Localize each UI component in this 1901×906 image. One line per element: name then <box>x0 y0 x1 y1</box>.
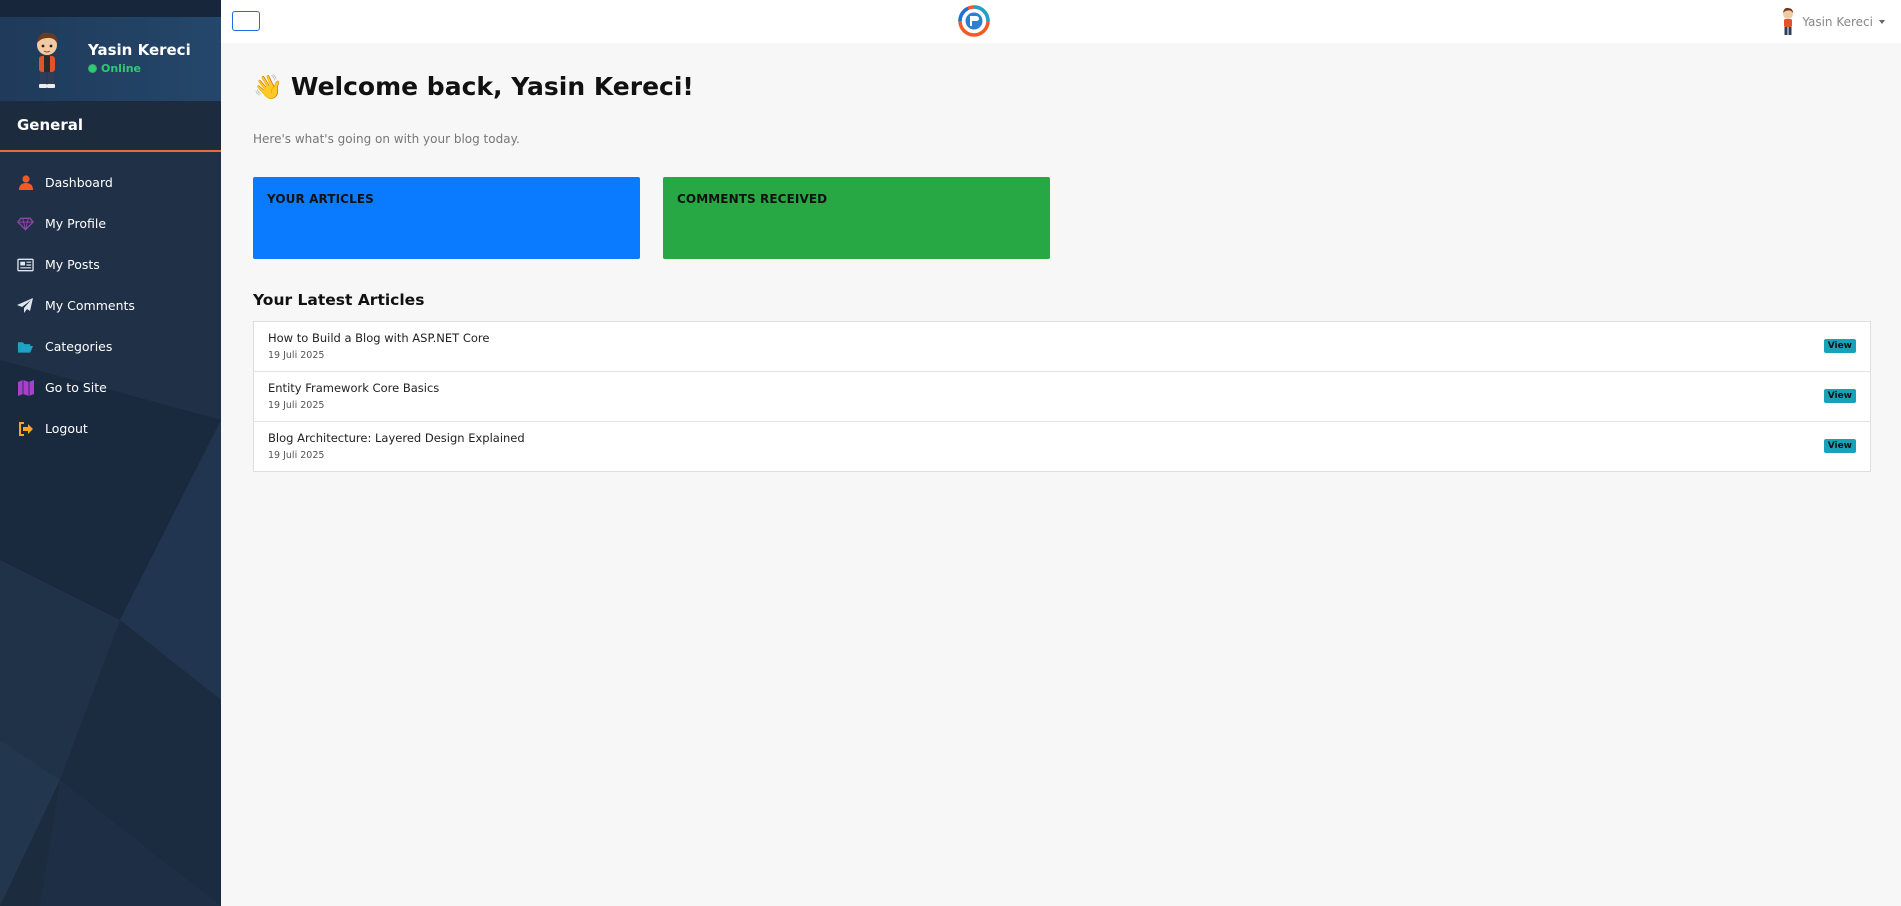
stat-card-articles: YOUR ARTICLES <box>253 177 640 259</box>
sidebar-background-pattern <box>0 150 221 906</box>
newspaper-icon <box>17 256 34 273</box>
stat-card-comments: COMMENTS RECEIVED <box>663 177 1050 259</box>
user-menu-dropdown[interactable]: Yasin Kereci <box>1780 6 1885 38</box>
avatar <box>37 32 58 88</box>
welcome-heading: Welcome back, Yasin Kereci! <box>290 72 694 101</box>
user-menu-name: Yasin Kereci <box>1802 15 1873 29</box>
sidebar-item-go-to-site[interactable]: Go to Site <box>0 367 221 408</box>
folder-open-icon <box>17 338 34 355</box>
article-list: How to Build a Blog with ASP.NET Core 19… <box>253 321 1871 472</box>
sidebar-nav: Dashboard My Profile My Posts My Comment… <box>0 162 221 449</box>
status-label: Online <box>101 62 142 75</box>
list-item: Blog Architecture: Layered Design Explai… <box>254 422 1870 471</box>
sidebar-top-strip <box>0 0 221 17</box>
sidebar-item-label: My Posts <box>45 257 100 272</box>
user-icon <box>17 174 34 191</box>
page-subtitle: Here's what's going on with your blog to… <box>253 132 520 146</box>
status-dot-icon <box>88 64 97 73</box>
map-icon <box>17 379 34 396</box>
latest-articles-heading: Your Latest Articles <box>253 291 425 309</box>
brand-logo-icon[interactable] <box>958 5 990 37</box>
sign-out-icon <box>17 420 34 437</box>
sidebar-item-label: Logout <box>45 421 88 436</box>
sidebar-profile: Yasin Kereci Online <box>0 17 221 101</box>
list-item: How to Build a Blog with ASP.NET Core 19… <box>254 322 1870 372</box>
stat-card-title: YOUR ARTICLES <box>267 192 374 206</box>
article-date: 19 Juli 2025 <box>268 350 325 361</box>
sidebar-item-my-comments[interactable]: My Comments <box>0 285 221 326</box>
sidebar-item-label: My Comments <box>45 298 135 313</box>
sidebar-item-label: Go to Site <box>45 380 107 395</box>
sidebar-item-categories[interactable]: Categories <box>0 326 221 367</box>
waving-hand-icon: 👋 <box>253 72 283 101</box>
status-badge: Online <box>88 62 141 75</box>
sidebar: Yasin Kereci Online General Dashboard My… <box>0 0 221 906</box>
sidebar-item-label: Dashboard <box>45 175 113 190</box>
sidebar-item-logout[interactable]: Logout <box>0 408 221 449</box>
main-content: 👋 Welcome back, Yasin Kereci! Here's wha… <box>221 43 1901 906</box>
article-date: 19 Juli 2025 <box>268 450 325 461</box>
view-button[interactable]: View <box>1823 389 1856 403</box>
article-title[interactable]: Blog Architecture: Layered Design Explai… <box>268 431 1856 445</box>
gem-icon <box>17 215 34 232</box>
view-button[interactable]: View <box>1823 339 1856 353</box>
section-divider <box>0 150 221 152</box>
section-title: General <box>17 116 83 134</box>
stat-card-title: COMMENTS RECEIVED <box>677 192 828 206</box>
article-title[interactable]: Entity Framework Core Basics <box>268 381 1856 395</box>
paper-plane-icon <box>17 297 34 314</box>
caret-down-icon <box>1879 20 1885 24</box>
sidebar-item-my-posts[interactable]: My Posts <box>0 244 221 285</box>
page-title: 👋 Welcome back, Yasin Kereci! <box>253 72 694 101</box>
sidebar-item-my-profile[interactable]: My Profile <box>0 203 221 244</box>
list-item: Entity Framework Core Basics 19 Juli 202… <box>254 372 1870 422</box>
sidebar-item-dashboard[interactable]: Dashboard <box>0 162 221 203</box>
profile-name: Yasin Kereci <box>88 41 191 59</box>
top-navbar: Yasin Kereci <box>221 0 1901 43</box>
sidebar-toggle-button[interactable] <box>232 11 260 31</box>
sidebar-item-label: My Profile <box>45 216 107 231</box>
sidebar-item-label: Categories <box>45 339 113 354</box>
article-title[interactable]: How to Build a Blog with ASP.NET Core <box>268 331 1856 345</box>
view-button[interactable]: View <box>1823 439 1856 453</box>
article-date: 19 Juli 2025 <box>268 400 325 411</box>
avatar <box>1783 7 1794 35</box>
